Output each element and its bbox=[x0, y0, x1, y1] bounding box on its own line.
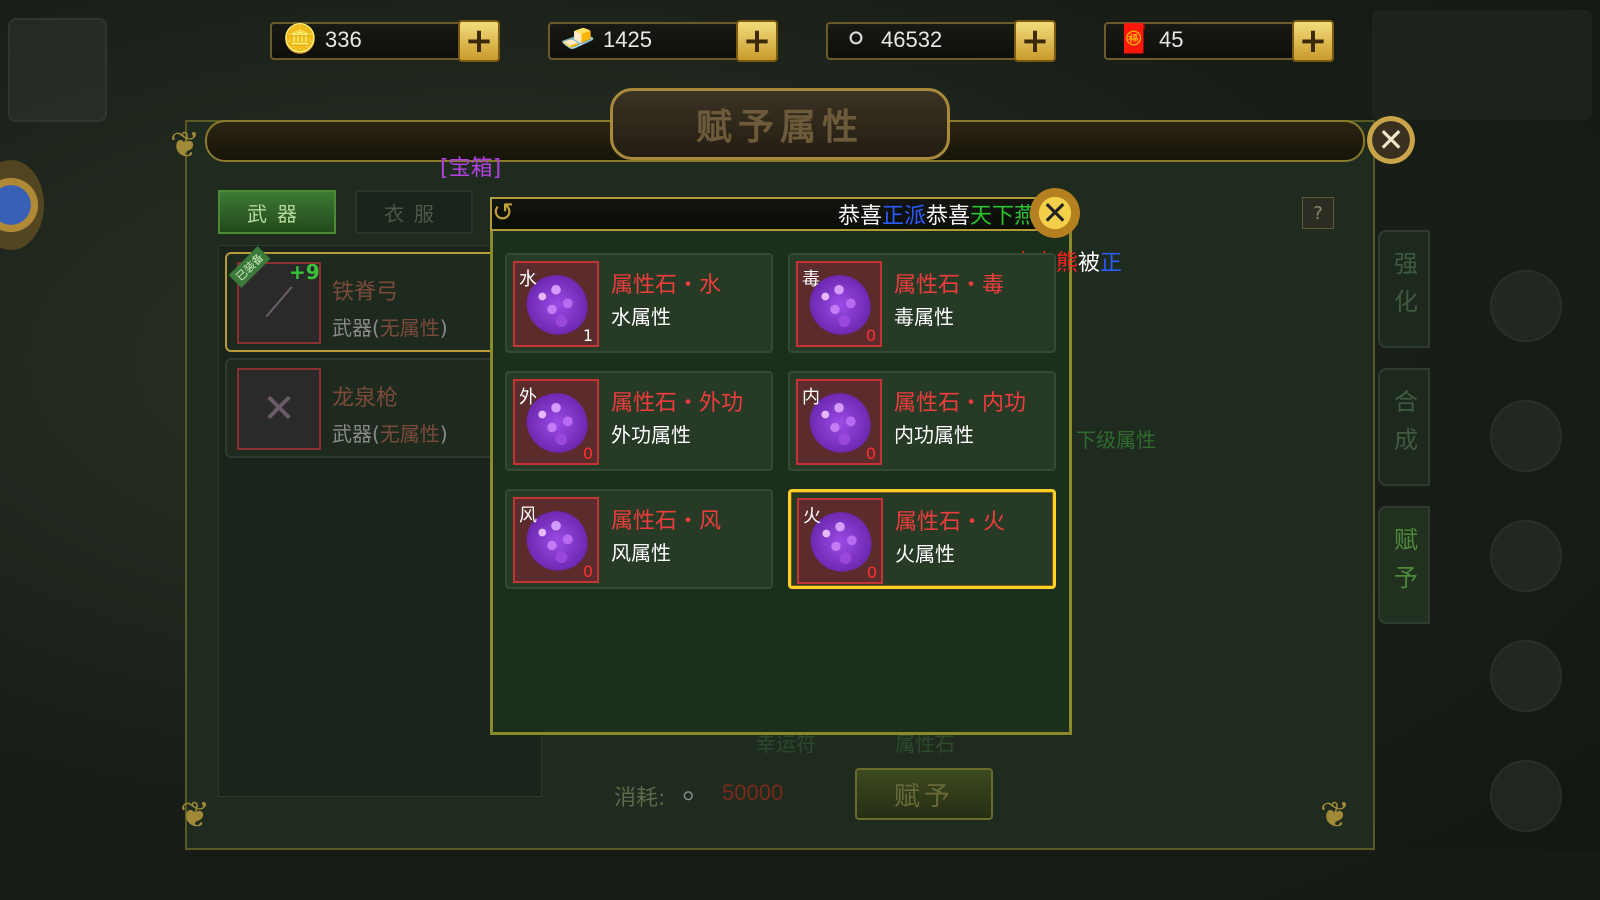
menu-circle-icon[interactable] bbox=[1490, 400, 1562, 472]
stone-name: 属性石・水 bbox=[611, 273, 722, 298]
stone-attribute: 火属性 bbox=[895, 542, 955, 566]
gift-pouch-icon: 🧧 bbox=[1116, 21, 1152, 55]
stone-count: 1 bbox=[582, 326, 593, 345]
player-avatar[interactable] bbox=[8, 18, 107, 122]
assign-button[interactable]: 赋予 bbox=[855, 768, 993, 820]
item-name: 龙泉枪 bbox=[332, 386, 399, 411]
stone-name: 属性石・内功 bbox=[894, 391, 1027, 416]
corner-ornament-icon: ❦ bbox=[180, 795, 211, 836]
side-tab-assign[interactable]: 赋予 bbox=[1378, 506, 1430, 624]
close-popup-button[interactable]: ✕ bbox=[1030, 188, 1080, 238]
attribute-stone-icon: 毒 0 bbox=[796, 261, 882, 347]
close-dialog-button[interactable]: ✕ bbox=[1367, 116, 1415, 164]
side-tab-enhance[interactable]: 强化 bbox=[1378, 230, 1430, 348]
menu-circle-icon[interactable] bbox=[1490, 520, 1562, 592]
list-item[interactable]: ✕ 龙泉枪 武器(无属性) bbox=[225, 358, 535, 458]
corner-ornament-icon: ❦ bbox=[1320, 795, 1351, 836]
stone-attribute: 水属性 bbox=[611, 305, 671, 329]
stone-name: 属性石・火 bbox=[895, 510, 1006, 535]
add-gift-button[interactable]: + bbox=[1292, 20, 1334, 62]
currency-gold-ingot: 🪙 336 + bbox=[270, 20, 532, 64]
stone-name: 属性石・风 bbox=[611, 509, 722, 534]
stone-count: 0 bbox=[582, 562, 593, 581]
currency-value: 1425 bbox=[603, 27, 652, 52]
stone-attribute: 毒属性 bbox=[894, 305, 954, 329]
add-silver-button[interactable]: + bbox=[1014, 20, 1056, 62]
stone-tag: 水 bbox=[519, 269, 537, 290]
stone-card-internal[interactable]: 内 0 属性石・内功 内功属性 bbox=[788, 371, 1056, 471]
stone-card-external[interactable]: 外 0 属性石・外功 外功属性 bbox=[505, 371, 773, 471]
gold-bar-icon: 🧈 bbox=[560, 21, 596, 55]
attribute-stone-icon: 水 1 bbox=[513, 261, 599, 347]
currency-gold-bar: 🧈 1425 + bbox=[548, 20, 810, 64]
popup-ornament-icon: ↺ bbox=[492, 198, 514, 228]
stone-name: 属性石・毒 bbox=[894, 273, 1005, 298]
currency-value: 46532 bbox=[881, 27, 943, 52]
menu-circle-icon[interactable] bbox=[1490, 640, 1562, 712]
stone-name: 属性石・外功 bbox=[611, 391, 744, 416]
gold-ingot-icon: 🪙 bbox=[282, 21, 318, 55]
bottom-bar bbox=[0, 850, 1600, 900]
cost-value: 50000 bbox=[722, 780, 784, 805]
attribute-stone-icon: 风 0 bbox=[513, 497, 599, 583]
enhance-level: +9 bbox=[289, 260, 320, 284]
item-type: 武器(无属性) bbox=[332, 316, 448, 340]
currency-value: 45 bbox=[1159, 27, 1184, 52]
currency-silver: ⚪ 46532 + bbox=[826, 20, 1088, 64]
stone-card-fire[interactable]: 火 0 属性石・火 火属性 bbox=[788, 489, 1056, 589]
add-gold-bar-button[interactable]: + bbox=[736, 20, 778, 62]
stone-count: 0 bbox=[582, 444, 593, 463]
tab-weapon[interactable]: 武器 bbox=[218, 190, 336, 234]
stone-card-water[interactable]: 水 1 属性石・水 水属性 bbox=[505, 253, 773, 353]
next-level-attribute-label: 下级属性 bbox=[1076, 428, 1156, 452]
stone-count: 0 bbox=[866, 563, 877, 582]
item-type: 武器(无属性) bbox=[332, 422, 448, 446]
silver-ingot-icon: ⚪ bbox=[844, 21, 868, 55]
stone-tag: 外 bbox=[519, 387, 537, 408]
cost-label: 消耗: bbox=[614, 786, 666, 811]
tab-clothes[interactable]: 衣服 bbox=[355, 190, 473, 234]
stone-count: 0 bbox=[865, 326, 876, 345]
stone-count: 0 bbox=[865, 444, 876, 463]
stone-tag: 风 bbox=[519, 505, 537, 526]
treasure-chest-label: [宝箱] bbox=[440, 156, 502, 181]
add-gold-ingot-button[interactable]: + bbox=[458, 20, 500, 62]
menu-circle-icon[interactable] bbox=[1490, 760, 1562, 832]
attribute-stone-icon: 火 0 bbox=[797, 498, 883, 584]
attribute-stone-icon: 内 0 bbox=[796, 379, 882, 465]
stone-tag: 毒 bbox=[802, 269, 820, 290]
stone-card-wind[interactable]: 风 0 属性石・风 风属性 bbox=[505, 489, 773, 589]
spear-icon: ✕ bbox=[237, 368, 321, 450]
stone-tag: 火 bbox=[803, 506, 821, 527]
currency-gift: 🧧 45 + bbox=[1104, 20, 1366, 64]
help-button[interactable]: ? bbox=[1302, 197, 1334, 229]
list-item[interactable]: ⟋ 已装备 +9 铁脊弓 武器(无属性) bbox=[225, 246, 535, 352]
stone-tag: 内 bbox=[802, 387, 820, 408]
corner-ornament-icon: ❦ bbox=[170, 125, 201, 166]
attribute-stone-icon: 外 0 bbox=[513, 379, 599, 465]
minimap-panel[interactable] bbox=[1372, 10, 1592, 120]
stone-attribute: 内功属性 bbox=[894, 423, 974, 447]
silver-ingot-icon: ⚪ bbox=[680, 784, 697, 808]
dialog-title: 赋予属性 bbox=[695, 106, 864, 148]
currency-value: 336 bbox=[325, 27, 362, 52]
stone-attribute: 风属性 bbox=[611, 541, 671, 565]
stone-attribute: 外功属性 bbox=[611, 423, 691, 447]
dialog-title-plate: 赋予属性 bbox=[610, 88, 950, 160]
stone-card-poison[interactable]: 毒 0 属性石・毒 毒属性 bbox=[788, 253, 1056, 353]
side-tab-synthesize[interactable]: 合成 bbox=[1378, 368, 1430, 486]
item-name: 铁脊弓 bbox=[332, 280, 399, 305]
menu-circle-icon[interactable] bbox=[1490, 270, 1562, 342]
